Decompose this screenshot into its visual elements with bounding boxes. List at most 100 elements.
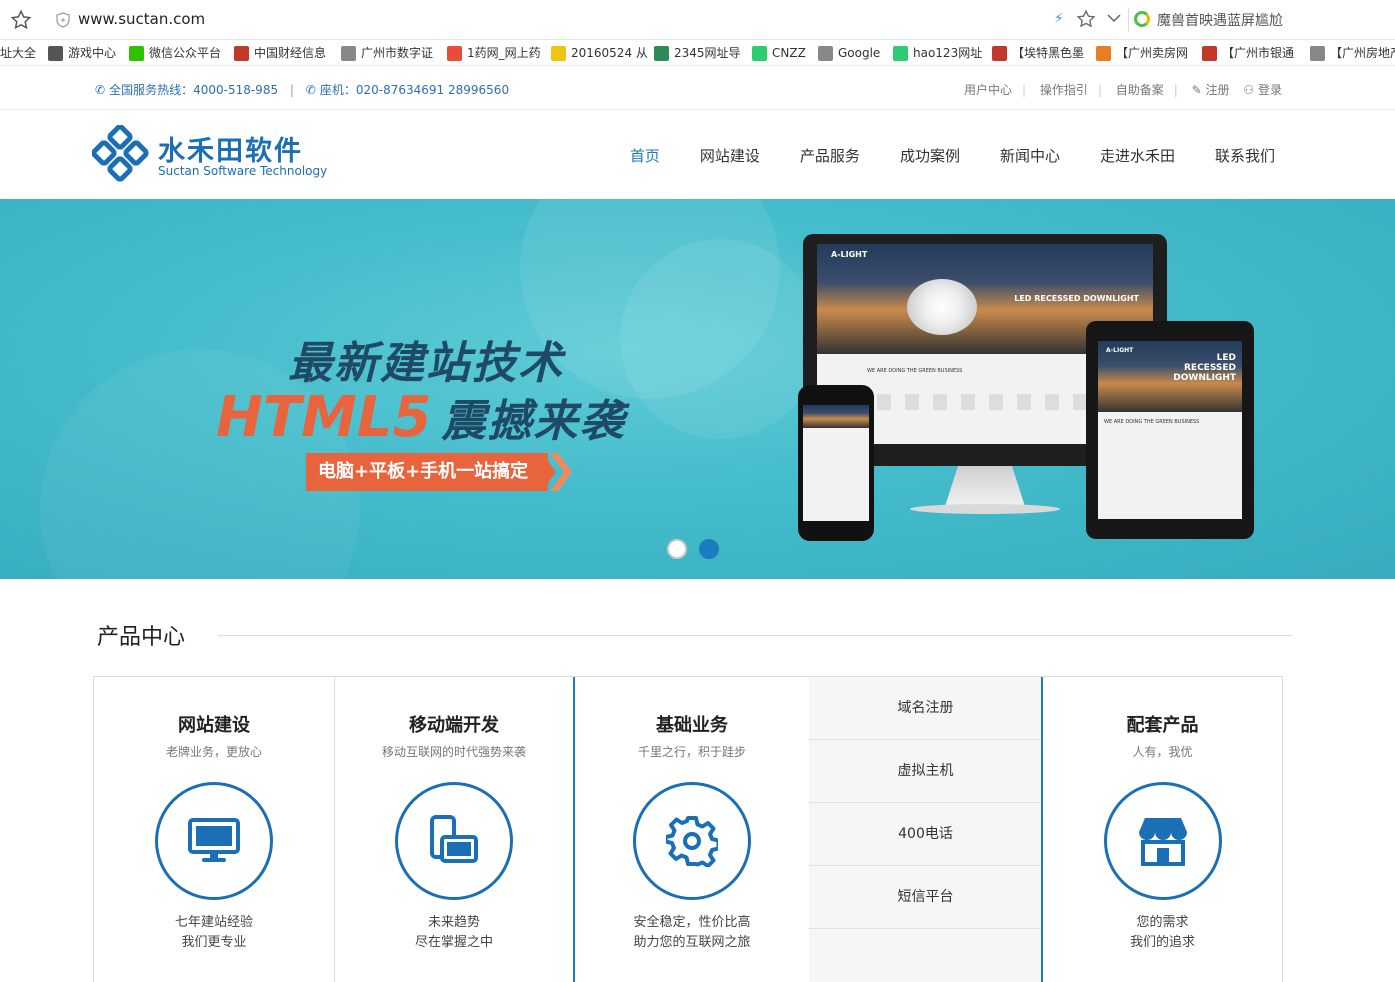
lamp-image	[907, 279, 977, 335]
address-bar: www.suctan.com ⚡ 魔兽首映遇蓝屏尴尬	[0, 0, 1395, 40]
bookmark-item[interactable]: 【广州卖房网	[1096, 43, 1188, 63]
store-icon	[1138, 818, 1187, 866]
bookmark-label: 2345网址导	[674, 46, 741, 60]
bookmark-label: 【埃特黑色墨	[1012, 46, 1085, 60]
slide-dot-1[interactable]	[667, 539, 687, 559]
product-subtitle: 千里之行，积于跬步	[637, 745, 746, 759]
section-title: 产品中心	[97, 625, 186, 650]
main-nav: 首页 网站建设 产品服务 成功案例 新闻中心 走进水禾田 联系我们	[590, 145, 1275, 166]
nav-cases[interactable]: 成功案例	[900, 145, 960, 166]
cnzz-icon	[752, 45, 767, 61]
logo-english: Suctan Software Technology	[158, 164, 328, 178]
hotline: ✆ 全国服务热线：4000-518-985 | ✆ 座机：020-87634691 …	[95, 81, 509, 98]
mobile-tablet-icon	[430, 815, 478, 863]
screen-tag: WE ARE DOING THE GREEN BUSINESS	[1104, 419, 1200, 426]
pill-icon	[447, 45, 462, 61]
product-card-mobile[interactable]: 移动端开发 移动互联网的时代强势来袭 未来趋势 尽在掌握之中	[334, 677, 574, 982]
search-engine-icon[interactable]	[1134, 11, 1150, 27]
screen-logo: A-LIGHT	[831, 250, 868, 259]
guide-link[interactable]: 操作指引	[1040, 83, 1088, 97]
bookmark-item[interactable]: 中国财经信息	[234, 43, 326, 63]
slide-dot-2[interactable]	[699, 539, 719, 559]
service-hosting[interactable]: 虚拟主机	[809, 740, 1042, 803]
bookmark-item[interactable]: Google	[818, 43, 880, 63]
product-icon-ring	[1103, 782, 1222, 900]
logo-mark-icon	[92, 125, 149, 182]
product-subtitle: 移动互联网的时代强势来袭	[381, 745, 526, 759]
tablet-mockup: A-LIGHT LED RECESSED DOWNLIGHT WE ARE DO…	[1086, 321, 1254, 539]
bookmark-item[interactable]: 游戏中心	[48, 43, 116, 63]
separator: |	[289, 83, 294, 97]
bookmark-item[interactable]: 址大全	[0, 43, 36, 63]
top-info-bar: ✆ 全国服务热线：4000-518-985 | ✆ 座机：020-87634691 …	[0, 67, 1395, 110]
search-input[interactable]: 魔兽首映遇蓝屏尴尬	[1157, 10, 1283, 30]
page-icon	[1310, 45, 1325, 61]
hotline-label: 全国服务热线：	[109, 83, 194, 97]
login-link[interactable]: 登录	[1258, 83, 1282, 97]
nav-product-services[interactable]: 产品服务	[800, 145, 860, 166]
bookmark-item[interactable]: 20160524 从	[551, 43, 648, 63]
favorite-star-icon[interactable]	[1076, 9, 1096, 29]
shield-icon	[56, 12, 70, 28]
phone-screen	[803, 405, 869, 521]
nav-website-building[interactable]: 网站建设	[700, 145, 760, 166]
bookmark-label: 址大全	[0, 46, 37, 60]
separator: |	[1022, 83, 1027, 97]
product-desc-line1: 未来趋势	[427, 915, 480, 930]
user-center-link[interactable]: 用户中心	[964, 83, 1012, 97]
nav-about[interactable]: 走进水禾田	[1100, 145, 1175, 166]
product-desc-line1: 安全稳定，性价比高	[633, 915, 751, 930]
bookmark-label: hao123网址	[913, 46, 983, 60]
tablet-screen: A-LIGHT LED RECESSED DOWNLIGHT WE ARE DO…	[1098, 341, 1242, 519]
phone-icon: ✆	[305, 83, 316, 97]
bookmark-item[interactable]: CNZZ	[752, 43, 806, 63]
separator: |	[1173, 83, 1178, 97]
filing-link[interactable]: 自助备案	[1116, 83, 1164, 97]
product-desc-line2: 我们的追求	[1129, 935, 1195, 950]
screen-headline: LED RECESSED DOWNLIGHT	[1173, 353, 1236, 383]
section-divider	[218, 635, 1293, 636]
lightning-icon[interactable]: ⚡	[1054, 11, 1064, 27]
product-subtitle: 老牌业务，更放心	[165, 745, 262, 759]
site-header: 水禾田软件 Suctan Software Technology 首页 网站建设…	[0, 110, 1395, 199]
bookmark-label: Google	[838, 46, 881, 60]
bookmark-item[interactable]: 1药网_网上药	[447, 43, 541, 63]
product-card-website[interactable]: 网站建设 老牌业务，更放心 七年建站经验 我们更专业	[94, 677, 334, 982]
product-grid: 网站建设 老牌业务，更放心 七年建站经验 我们更专业 移动端开发 移动互联网的时…	[93, 676, 1283, 982]
hotline-number: 4000-518-985	[193, 83, 279, 97]
product-subtitle: 人有，我优	[1132, 745, 1193, 759]
product-card-basic[interactable]: 基础业务 千里之行，积于跬步 安全稳定，性价比高 助力您的互联网之旅	[575, 677, 809, 982]
jd-icon	[992, 45, 1007, 61]
url-field[interactable]: www.suctan.com ⚡	[46, 5, 1126, 35]
url-text[interactable]: www.suctan.com	[78, 10, 205, 28]
nav-news[interactable]: 新闻中心	[1000, 145, 1060, 166]
top-links: 用户中心 | 操作指引 | 自助备案 | ✎ 注册 ⚇ 登录	[964, 81, 1282, 98]
bookmark-item[interactable]: 【埃特黑色墨	[992, 43, 1084, 63]
banner-title: 最新建站技术	[288, 338, 564, 389]
bookmark-item[interactable]: 广州市数字证	[341, 43, 433, 63]
bookmark-item[interactable]: 【广州房地产	[1310, 43, 1395, 63]
divider	[1128, 8, 1129, 32]
bookmark-item[interactable]: 微信公众平台	[129, 43, 221, 63]
service-400-phone[interactable]: 400电话	[809, 803, 1042, 866]
site-logo[interactable]: 水禾田软件 Suctan Software Technology	[92, 125, 327, 183]
phone-mockup	[798, 385, 874, 541]
service-sms[interactable]: 短信平台	[809, 866, 1042, 929]
service-domain[interactable]: 域名注册	[809, 677, 1042, 740]
nav-home[interactable]: 首页	[630, 145, 660, 166]
bookmark-item[interactable]: 【广州市银通	[1202, 43, 1294, 63]
product-title: 移动端开发	[409, 715, 499, 736]
chevron-down-icon[interactable]	[1106, 10, 1122, 26]
bookmark-star-icon[interactable]	[10, 9, 32, 31]
hero-banner[interactable]: 最新建站技术 HTML5 震撼来袭 电脑+平板+手机一站搞定 A-LIGHT LE…	[0, 199, 1395, 579]
gamepad-icon	[48, 45, 63, 61]
bookmark-item[interactable]: hao123网址	[893, 43, 982, 63]
register-link[interactable]: 注册	[1206, 83, 1230, 97]
screen-logo: A-LIGHT	[1106, 347, 1134, 354]
cfi-icon	[234, 45, 249, 61]
bookmark-item[interactable]: 2345网址导	[654, 43, 741, 63]
nav-contact[interactable]: 联系我们	[1215, 145, 1275, 166]
services-list: 域名注册 虚拟主机 400电话 短信平台	[809, 677, 1042, 982]
bookmarks-bar: 址大全 游戏中心 微信公众平台 中国财经信息 广州市数字证 1药网_网上药 20160524…	[0, 40, 1395, 66]
product-card-extras[interactable]: 配套产品 人有，我优 您的需求 我们的追求	[1043, 677, 1282, 982]
